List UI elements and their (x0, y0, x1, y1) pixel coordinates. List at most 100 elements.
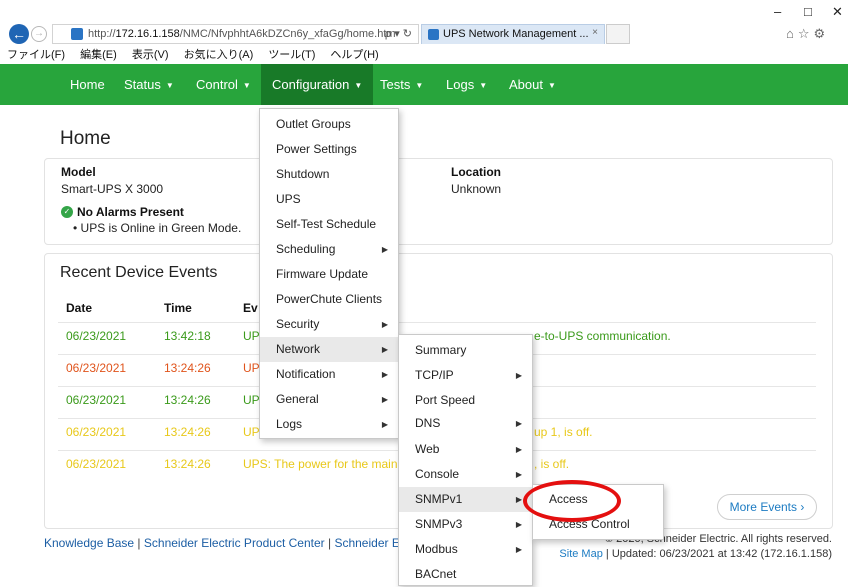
menu-item-summary[interactable]: Summary (399, 338, 532, 363)
event-text: UP (243, 329, 260, 343)
menu-item-network[interactable]: Network ▶ (260, 337, 398, 362)
caret-down-icon: ▼ (479, 81, 488, 91)
address-search-refresh-icon[interactable]: ρ ▾ ↻ (385, 27, 412, 40)
caret-down-icon: ▼ (354, 81, 363, 91)
event-text: UP (243, 425, 260, 439)
event-text: UP (243, 361, 260, 375)
submenu-arrow-icon: ▶ (381, 395, 388, 404)
submenu-arrow-icon: ▶ (515, 470, 522, 479)
submenu-arrow-icon: ▶ (515, 545, 522, 554)
nav-home[interactable]: Home (70, 64, 105, 105)
submenu-arrow-icon: ▶ (381, 345, 388, 354)
menu-item-tcpip[interactable]: TCP/IP ▶ (399, 363, 532, 388)
browser-tab[interactable]: UPS Network Management ... × (421, 24, 605, 44)
col-header-date: Date (66, 301, 93, 315)
nav-control[interactable]: Control ▼ (196, 64, 251, 105)
submenu-arrow-icon: ▶ (515, 371, 522, 380)
footer-link-product-center[interactable]: Schneider Electric Product Center (144, 536, 325, 550)
menu-item-scheduling[interactable]: Scheduling ▶ (260, 237, 398, 262)
main-nav: Home Status ▼ Control ▼ Configuration ▼ Tes… (0, 64, 848, 105)
event-date: 06/23/2021 (66, 393, 127, 407)
ups-status-text: • UPS is Online in Green Mode. (73, 221, 242, 235)
menu-file[interactable]: ファイル(F) (7, 46, 65, 62)
tab-title: UPS Network Management ... (443, 28, 589, 40)
site-map-link[interactable]: Site Map (559, 548, 602, 560)
event-text-tail: up 1, is off. (534, 425, 593, 439)
updated-text: Site Map | Updated: 06/23/2021 at 13:42 … (559, 548, 832, 560)
location-label: Location (451, 165, 501, 179)
event-time: 13:24:26 (164, 457, 211, 471)
col-header-event: Ev (243, 301, 258, 315)
caret-down-icon: ▼ (415, 81, 424, 91)
menu-item-powerchute-clients[interactable]: PowerChute Clients (260, 287, 398, 312)
address-url[interactable]: http://172.16.1.158/NMC/NfvphhtA6kDZCn6y… (88, 28, 396, 40)
model-label: Model (61, 165, 96, 179)
nav-logs[interactable]: Logs ▼ (446, 64, 487, 105)
footer-links: Knowledge Base | Schneider Electric Prod… (44, 536, 410, 550)
event-date: 06/23/2021 (66, 329, 127, 343)
col-header-time: Time (164, 301, 192, 315)
menu-item-self-test-schedule[interactable]: Self-Test Schedule (260, 212, 398, 237)
site-favicon-icon (71, 28, 83, 40)
menu-item-outlet-groups[interactable]: Outlet Groups (260, 112, 398, 137)
menu-item-web[interactable]: Web ▶ (399, 437, 532, 462)
close-tab-icon[interactable]: × (592, 27, 598, 38)
address-bar[interactable]: http://172.16.1.158/NMC/NfvphhtA6kDZCn6y… (52, 24, 419, 44)
location-value: Unknown (451, 182, 502, 196)
menu-help[interactable]: ヘルプ(H) (330, 46, 378, 62)
maximize-icon[interactable]: □ (804, 4, 812, 19)
event-text: UP (243, 393, 260, 407)
menu-item-firmware-update[interactable]: Firmware Update (260, 262, 398, 287)
footer-link-knowledge-base[interactable]: Knowledge Base (44, 536, 134, 550)
caret-down-icon: ▼ (547, 81, 556, 91)
browser-chrome: ← → http://172.16.1.158/NMC/NfvphhtA6kDZ… (0, 0, 848, 44)
menu-item-ups[interactable]: UPS (260, 187, 398, 212)
event-time: 13:24:26 (164, 361, 211, 375)
more-events-button[interactable]: More Events › (717, 494, 817, 520)
forward-arrow-icon[interactable]: → (31, 26, 47, 42)
menu-item-snmpv3[interactable]: SNMPv3 ▶ (399, 512, 532, 537)
submenu-arrow-icon: ▶ (381, 420, 388, 429)
menu-item-console[interactable]: Console ▶ (399, 462, 532, 487)
home-favorites-settings-icon[interactable]: ⌂☆⚙ (786, 26, 829, 42)
menu-item-shutdown[interactable]: Shutdown (260, 162, 398, 187)
menu-item-port-speed[interactable]: Port Speed (399, 388, 532, 413)
configuration-menu: Outlet Groups Power Settings Shutdown UP… (259, 108, 399, 439)
nav-about[interactable]: About ▼ (509, 64, 556, 105)
event-time: 13:42:18 (164, 329, 211, 343)
menu-item-notification[interactable]: Notification ▶ (260, 362, 398, 387)
new-tab-button[interactable] (606, 24, 630, 44)
menu-view[interactable]: 表示(V) (132, 46, 169, 62)
menu-item-general[interactable]: General ▶ (260, 387, 398, 412)
summary-panel: Model Smart-UPS X 3000 Location Unknown … (44, 158, 833, 245)
browser-menubar: ファイル(F) 編集(E) 表示(V) お気に入り(A) ツール(T) ヘルプ(… (0, 46, 848, 62)
highlight-ellipse (523, 480, 621, 522)
menu-item-dns[interactable]: DNS ▶ (399, 411, 532, 436)
event-text-tail: , is off. (534, 457, 570, 471)
event-date: 06/23/2021 (66, 361, 127, 375)
events-title: Recent Device Events (60, 264, 218, 281)
menu-edit[interactable]: 編集(E) (80, 46, 117, 62)
menu-item-snmpv1[interactable]: SNMPv1 ▶ (399, 487, 532, 512)
menu-item-modbus[interactable]: Modbus ▶ (399, 537, 532, 562)
network-submenu: Summary TCP/IP ▶ Port Speed DNS ▶ Web ▶ Con… (398, 334, 533, 586)
alarm-status: No Alarms Present (77, 205, 184, 219)
submenu-arrow-icon: ▶ (381, 320, 388, 329)
close-window-icon[interactable]: ✕ (832, 4, 843, 20)
menu-tools[interactable]: ツール(T) (268, 46, 315, 62)
nav-configuration[interactable]: Configuration ▼ (261, 64, 374, 105)
page-title: Home (60, 128, 111, 149)
event-date: 06/23/2021 (66, 425, 127, 439)
nav-tests[interactable]: Tests ▼ (380, 64, 423, 105)
nav-status[interactable]: Status ▼ (124, 64, 174, 105)
submenu-arrow-icon: ▶ (515, 419, 522, 428)
menu-item-power-settings[interactable]: Power Settings (260, 137, 398, 162)
menu-item-security[interactable]: Security ▶ (260, 312, 398, 337)
menu-item-bacnet[interactable]: BACnet (399, 562, 532, 587)
minimize-icon[interactable]: – (774, 4, 781, 19)
menu-item-logs[interactable]: Logs ▶ (260, 412, 398, 437)
menu-favorites[interactable]: お気に入り(A) (184, 46, 254, 62)
submenu-arrow-icon: ▶ (381, 245, 388, 254)
event-time: 13:24:26 (164, 425, 211, 439)
back-arrow-icon[interactable]: ← (9, 24, 29, 44)
